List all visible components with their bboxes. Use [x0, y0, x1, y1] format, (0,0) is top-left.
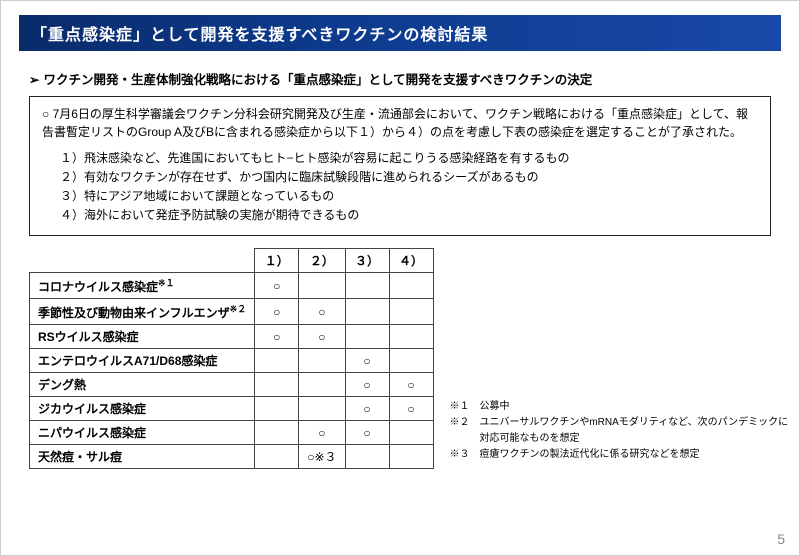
table-row: 季節性及び動物由来インフルエンザ※２ ○ ○ — [30, 299, 434, 325]
lead-text: ワクチン開発・生産体制強化戦略における「重点感染症」として開発を支援すべきワクチ… — [29, 69, 771, 88]
table-row: エンテロウイルスA71/D68感染症 ○ — [30, 349, 434, 373]
col-header: ３） — [345, 249, 389, 273]
table-row: RSウイルス感染症 ○ ○ — [30, 325, 434, 349]
info-box: ○ 7月6日の厚生科学審議会ワクチン分科会研究開発及び生産・流通部会において、ワ… — [29, 96, 771, 236]
box-intro: ○ 7月6日の厚生科学審議会ワクチン分科会研究開発及び生産・流通部会において、ワ… — [42, 105, 758, 141]
cell: ○ — [299, 325, 345, 349]
col-header: １） — [255, 249, 299, 273]
cell: ○ — [299, 421, 345, 445]
table-row: ジカウイルス感染症 ○ ○ — [30, 397, 434, 421]
cell: ○ — [255, 273, 299, 299]
table-row: ニパウイルス感染症 ○ ○ — [30, 421, 434, 445]
cell — [389, 421, 433, 445]
cell: ○ — [345, 421, 389, 445]
cell — [299, 397, 345, 421]
cell: ○ — [389, 397, 433, 421]
row-label: ジカウイルス感染症 — [38, 402, 146, 416]
cell — [255, 373, 299, 397]
cell — [255, 349, 299, 373]
cell — [255, 397, 299, 421]
row-label: エンテロウイルスA71/D68感染症 — [38, 354, 217, 368]
page-number: 5 — [777, 531, 785, 547]
footnote: ※３ 痘瘡ワクチンの製法近代化に係る研究などを想定 — [450, 447, 789, 463]
footnote: ※１ 公募中 — [450, 399, 789, 415]
row-sup: ※１ — [158, 278, 175, 288]
criteria-list: １）飛沫感染など、先進国においてもヒト−ヒト感染が容易に起こりうる感染経路を有す… — [42, 149, 758, 224]
col-header: ４） — [389, 249, 433, 273]
cell — [389, 299, 433, 325]
disease-table: １） ２） ３） ４） コロナウイルス感染症※１ ○ 季節性及び動物由来インフル… — [29, 248, 434, 469]
criterion: ３）特にアジア地域において課題となっているもの — [60, 187, 758, 205]
cell: ○※３ — [299, 445, 345, 469]
footnotes: ※１ 公募中 ※２ ユニバーサルワクチンやmRNAモダリティなど、次のパンデミッ… — [450, 399, 789, 469]
cell — [255, 445, 299, 469]
criterion: １）飛沫感染など、先進国においてもヒト−ヒト感染が容易に起こりうる感染経路を有す… — [60, 149, 758, 167]
cell — [299, 349, 345, 373]
cell: ○ — [345, 397, 389, 421]
row-label: 季節性及び動物由来インフルエンザ — [38, 306, 230, 320]
cell: ○ — [255, 325, 299, 349]
table-row: デング熱 ○ ○ — [30, 373, 434, 397]
row-label: ニパウイルス感染症 — [38, 426, 146, 440]
cell — [389, 325, 433, 349]
cell — [345, 299, 389, 325]
table-row: コロナウイルス感染症※１ ○ — [30, 273, 434, 299]
table-header-row: １） ２） ３） ４） — [30, 249, 434, 273]
cell — [389, 445, 433, 469]
criterion: ４）海外において発症予防試験の実施が期待できるもの — [60, 206, 758, 224]
cell — [345, 445, 389, 469]
row-label: RSウイルス感染症 — [38, 330, 139, 344]
criterion: ２）有効なワクチンが存在せず、かつ国内に臨床試験段階に進められるシーズがあるもの — [60, 168, 758, 186]
cell: ○ — [299, 299, 345, 325]
footnote: ※２ ユニバーサルワクチンやmRNAモダリティなど、次のパンデミックに — [450, 415, 789, 431]
cell — [299, 273, 345, 299]
cell: ○ — [255, 299, 299, 325]
row-label: コロナウイルス感染症 — [38, 280, 158, 294]
row-sup: ※２ — [230, 304, 247, 314]
cell: ○ — [345, 373, 389, 397]
cell — [345, 273, 389, 299]
cell — [389, 273, 433, 299]
cell — [255, 421, 299, 445]
row-label: デング熱 — [38, 378, 86, 392]
cell: ○ — [345, 349, 389, 373]
cell — [389, 349, 433, 373]
cell: ○ — [389, 373, 433, 397]
cell — [299, 373, 345, 397]
col-header: ２） — [299, 249, 345, 273]
slide-title: 「重点感染症」として開発を支援すべきワクチンの検討結果 — [19, 15, 781, 51]
footnote: 対応可能なものを想定 — [450, 431, 789, 447]
slide-content: ワクチン開発・生産体制強化戦略における「重点感染症」として開発を支援すべきワクチ… — [1, 51, 799, 469]
row-label: 天然痘・サル痘 — [38, 450, 122, 464]
cell — [345, 325, 389, 349]
table-row: 天然痘・サル痘 ○※３ — [30, 445, 434, 469]
